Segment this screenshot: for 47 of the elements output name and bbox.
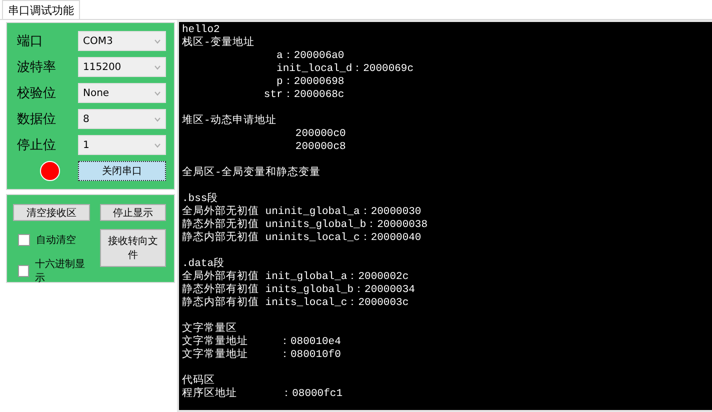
output-line: 200000c8	[294, 141, 346, 154]
receive-to-file-button[interactable]: 接收转向文件	[100, 229, 166, 267]
output-line: .data段	[182, 258, 225, 270]
output-line: p：20000698	[276, 76, 344, 89]
checkbox-label: 自动清空	[36, 234, 76, 247]
output-line: 全局外部有初值 init_global_a：2000002c	[182, 271, 409, 283]
setting-dropdown[interactable]: 8	[78, 109, 166, 129]
chevron-icon	[154, 142, 161, 148]
output-line: 静态内部有初值 inits_local_c：2000003c	[182, 297, 409, 310]
setting-dropdown[interactable]: 115200	[78, 57, 166, 77]
close-port-button[interactable]: 关闭串口	[78, 161, 166, 181]
tab[interactable]: 串口调试功能	[2, 0, 80, 19]
stop-display-button[interactable]: 停止显示	[100, 204, 166, 221]
chevron-icon	[154, 38, 161, 44]
output-line: 全局外部无初值 uninit_global_a：20000030	[182, 206, 422, 218]
chevron-icon	[154, 116, 161, 122]
output-line: 文字常量区	[182, 323, 237, 335]
output-line: hello2	[182, 24, 220, 36]
output-line: 静态外部无初值 uninits_global_b：20000038	[182, 219, 428, 231]
output-line: 全局区-全局变量和静态变量	[182, 167, 320, 180]
setting-label: 波特率	[17, 59, 56, 76]
checkbox[interactable]	[18, 234, 30, 246]
clear-receive-button[interactable]: 清空接收区	[13, 204, 90, 221]
output-line: 文字常量地址 ：080010e4	[182, 336, 341, 348]
chevron-icon	[154, 64, 161, 70]
output-line: 200000c0	[294, 128, 346, 141]
output-line: 堆区-动态申请地址	[182, 115, 276, 128]
setting-label: 端口	[17, 33, 43, 50]
checkbox[interactable]	[18, 265, 30, 277]
output-line: 静态外部有初值 inits_global_b：20000034	[182, 284, 415, 296]
output-line: 程序区地址 ：08000fc1	[182, 388, 343, 401]
output-line: 栈区-变量地址	[182, 37, 254, 50]
setting-label: 数据位	[17, 111, 56, 128]
setting-label: 校验位	[17, 85, 56, 102]
setting-dropdown[interactable]: 1	[78, 135, 166, 155]
chevron-icon	[154, 90, 161, 96]
output-line: 文字常量地址 ：080010f0	[182, 349, 341, 362]
setting-dropdown[interactable]: None	[78, 83, 166, 103]
output-line: .bss段	[182, 193, 218, 205]
setting-dropdown[interactable]: COM3	[78, 31, 166, 51]
output-line: init_local_d：2000069c	[276, 63, 414, 76]
output-line: str：2000068c	[262, 89, 344, 102]
output-line: 代码区	[182, 375, 215, 387]
output-line: a：200006a0	[276, 50, 344, 63]
checkbox-label: 十六进制显示	[35, 258, 86, 285]
output-line: 静态内部无初值 uninits_local_c：20000040	[182, 232, 422, 245]
setting-label: 停止位	[17, 137, 56, 154]
